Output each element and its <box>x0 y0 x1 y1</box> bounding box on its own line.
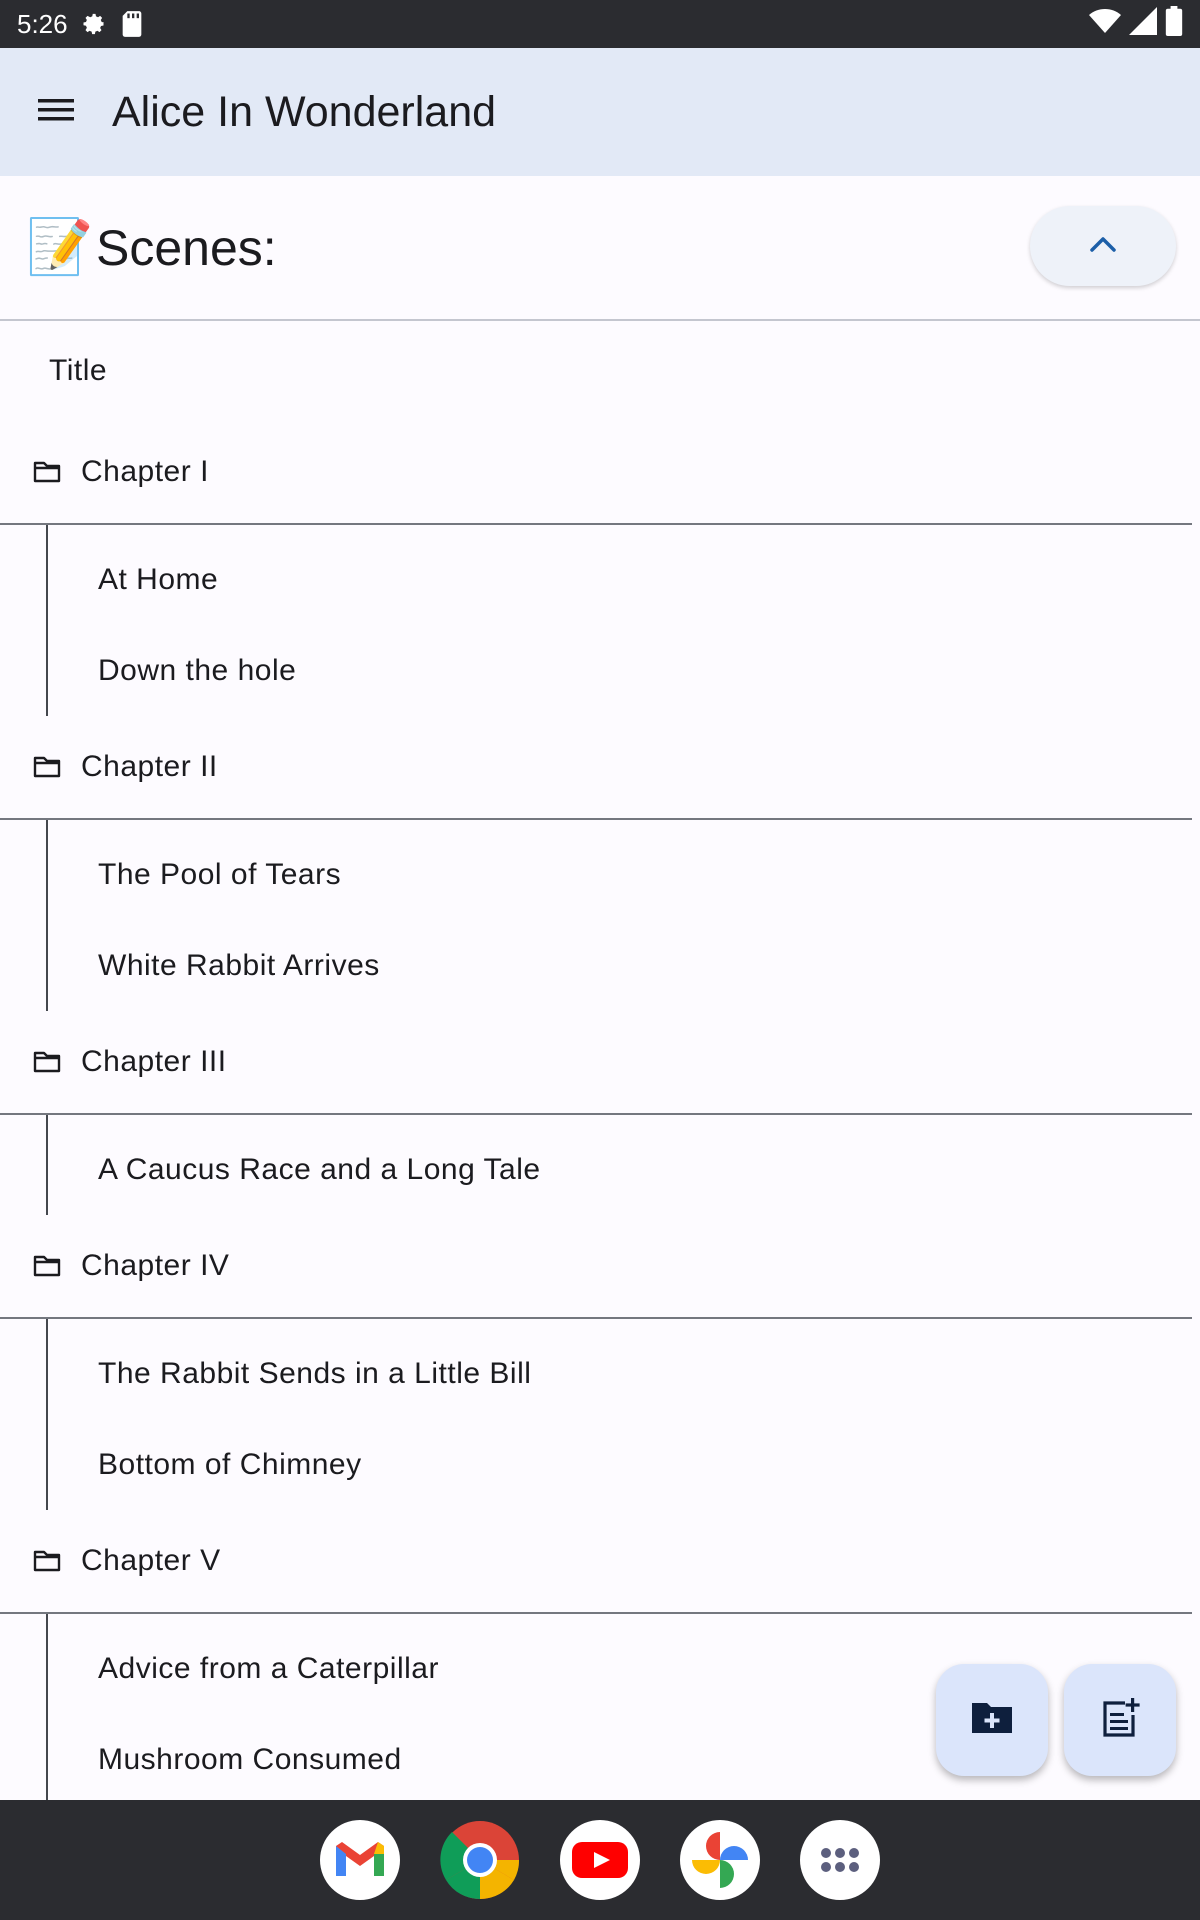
cell-signal-icon <box>1129 6 1157 42</box>
wifi-icon <box>1089 7 1121 42</box>
scene-row[interactable]: The Pool of Tears <box>46 820 1200 920</box>
scene-label: Down the hole <box>98 653 297 687</box>
folder-icon <box>33 1255 63 1277</box>
scene-label: At Home <box>98 562 219 596</box>
folder-icon <box>33 1550 63 1572</box>
chrome-icon[interactable] <box>440 1820 520 1900</box>
chapter-label: Chapter I <box>81 455 209 488</box>
chapter-label: Chapter V <box>81 1544 221 1577</box>
scene-row[interactable]: Down the hole <box>46 625 1200 716</box>
battery-icon <box>1165 5 1183 43</box>
chapter-row[interactable]: Chapter V <box>0 1510 1192 1614</box>
chapter-row[interactable]: Chapter III <box>0 1011 1192 1115</box>
status-bar: 5:26 <box>0 0 1200 48</box>
chapter-label: Chapter IV <box>81 1249 230 1282</box>
settings-gear-icon <box>78 9 108 39</box>
scene-list: Title Chapter I At Home Down the hole Ch… <box>0 321 1200 1805</box>
scenes-label: Scenes: <box>96 219 277 276</box>
scenes-header: 📝 Scenes: <box>0 176 1200 321</box>
sd-card-icon <box>120 10 144 38</box>
chapter-label: Chapter II <box>81 750 218 783</box>
memo-emoji-icon: 📝 <box>26 217 94 277</box>
scene-row[interactable]: Bottom of Chimney <box>46 1419 1200 1510</box>
new-scene-button[interactable] <box>1064 1664 1176 1776</box>
collapse-button[interactable] <box>1030 206 1176 286</box>
page-title: Alice In Wonderland <box>112 87 497 136</box>
scene-row[interactable]: At Home <box>46 525 1200 625</box>
scene-label: A Caucus Race and a Long Tale <box>98 1152 541 1186</box>
youtube-icon[interactable] <box>560 1820 640 1900</box>
photos-icon[interactable] <box>680 1820 760 1900</box>
menu-hamburger-icon[interactable] <box>36 95 76 130</box>
folder-icon <box>33 1051 63 1073</box>
status-time: 5:26 <box>17 8 68 39</box>
list-item-label: Title <box>49 354 108 387</box>
scene-row[interactable]: The Rabbit Sends in a Little Bill <box>46 1319 1200 1419</box>
top-app-bar: Alice In Wonderland <box>0 48 1200 176</box>
app-drawer-icon[interactable] <box>800 1820 880 1900</box>
scene-label: The Rabbit Sends in a Little Bill <box>98 1356 532 1390</box>
chapter-row[interactable]: Chapter IV <box>0 1215 1192 1319</box>
scene-label: Bottom of Chimney <box>98 1447 362 1481</box>
scene-row[interactable]: A Caucus Race and a Long Tale <box>46 1115 1200 1215</box>
scene-label: Mushroom Consumed <box>98 1742 402 1776</box>
app-dock <box>0 1800 1200 1920</box>
chapter-label: Chapter III <box>81 1045 227 1078</box>
scene-label: The Pool of Tears <box>98 857 342 891</box>
create-new-folder-icon <box>970 1700 1014 1741</box>
scene-label: White Rabbit Arrives <box>98 948 380 982</box>
chevron-up-icon <box>1089 235 1117 258</box>
list-item-title[interactable]: Title <box>0 321 1200 421</box>
scene-label: Advice from a Caterpillar <box>98 1651 439 1685</box>
scene-row[interactable]: White Rabbit Arrives <box>46 920 1200 1011</box>
post-add-icon <box>1099 1697 1141 1744</box>
folder-icon <box>33 756 63 778</box>
chapter-row[interactable]: Chapter I <box>0 421 1192 525</box>
folder-icon <box>33 461 63 483</box>
gmail-icon[interactable] <box>320 1820 400 1900</box>
new-folder-button[interactable] <box>936 1664 1048 1776</box>
chapter-row[interactable]: Chapter II <box>0 716 1192 820</box>
